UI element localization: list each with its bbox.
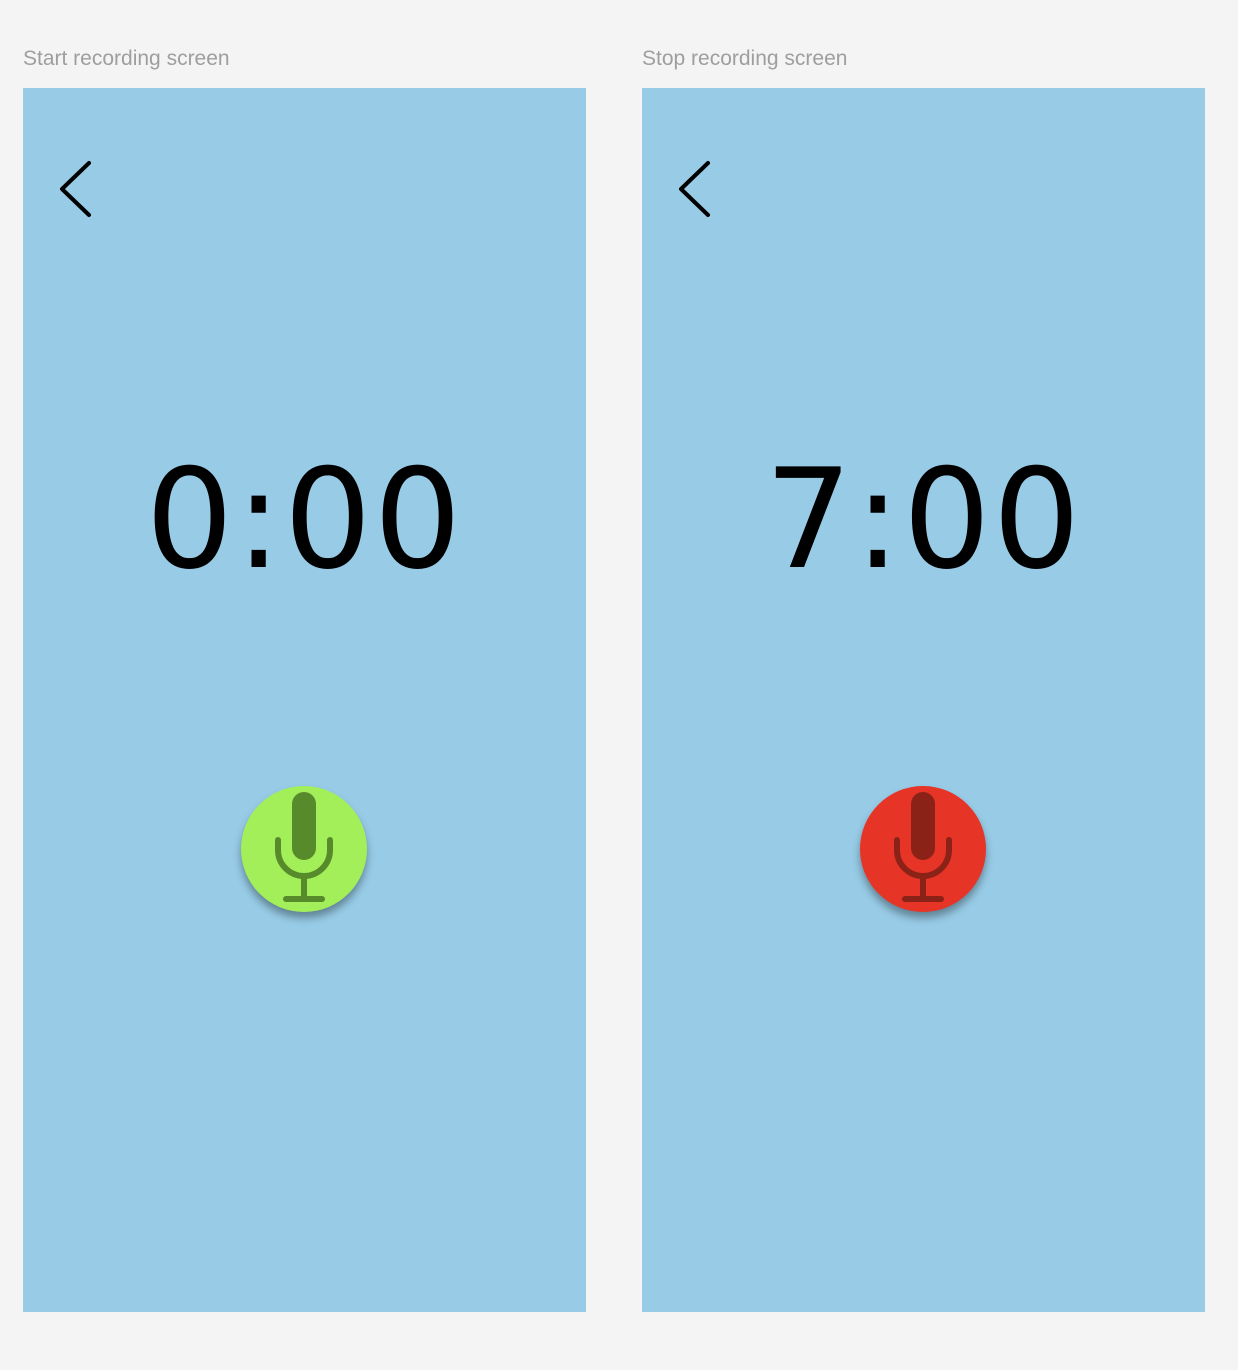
stop-recording-button[interactable]: [860, 786, 986, 912]
stop-screen-title: Stop recording screen: [642, 47, 848, 70]
start-screen-title: Start recording screen: [23, 47, 230, 70]
chevron-left-icon: [60, 161, 91, 217]
microphone-icon: [275, 792, 333, 902]
chevron-left-icon: [679, 161, 710, 217]
back-button[interactable]: [676, 160, 716, 220]
start-recording-screen: 0:00: [23, 88, 586, 1312]
timer-display: 0:00: [145, 439, 464, 600]
microphone-icon: [894, 792, 952, 902]
timer-display: 7:00: [764, 439, 1083, 600]
stop-recording-screen: 7:00: [642, 88, 1205, 1312]
start-recording-button[interactable]: [241, 786, 367, 912]
back-button[interactable]: [57, 160, 97, 220]
